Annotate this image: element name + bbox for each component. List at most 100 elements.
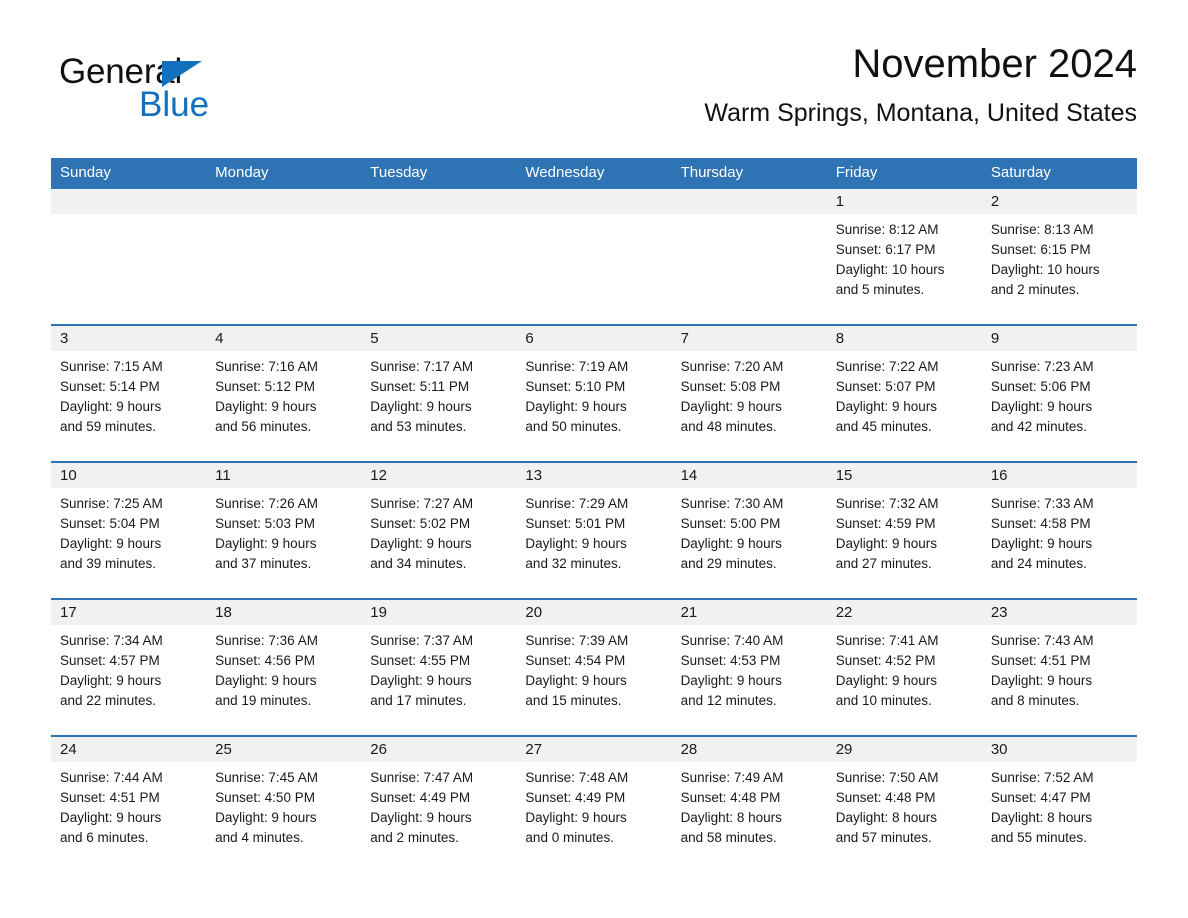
daylight-text-line1: Daylight: 9 hours bbox=[680, 536, 782, 551]
day-sun-info: Sunrise: 7:40 AM Sunset: 4:53 PM Daylight:… bbox=[672, 625, 827, 711]
day-number: 16 bbox=[981, 463, 1137, 488]
day-cell[interactable]: 15 Sunrise: 7:32 AM Sunset: 4:59 PM Dayligh… bbox=[826, 463, 982, 598]
day-cell[interactable]: 24 Sunrise: 7:44 AM Sunset: 4:51 PM Dayligh… bbox=[51, 737, 207, 872]
daylight-text-line2: and 48 minutes. bbox=[680, 419, 777, 434]
daylight-text-line2: and 0 minutes. bbox=[525, 830, 614, 845]
day-sun-info: Sunrise: 7:47 AM Sunset: 4:49 PM Daylight:… bbox=[361, 762, 516, 848]
day-cell-empty bbox=[51, 189, 207, 324]
daylight-text-line1: Daylight: 9 hours bbox=[990, 536, 1093, 551]
daylight-text-line2: and 45 minutes. bbox=[835, 419, 932, 434]
sunrise-text: Sunrise: 7:16 AM bbox=[215, 359, 318, 374]
day-number: 18 bbox=[206, 600, 362, 625]
day-number: 7 bbox=[671, 326, 827, 351]
day-number: 15 bbox=[826, 463, 982, 488]
day-cell[interactable]: 30 Sunrise: 7:52 AM Sunset: 4:47 PM Dayligh… bbox=[981, 737, 1137, 872]
sunrise-text: Sunrise: 7:22 AM bbox=[835, 359, 939, 374]
daylight-text-line1: Daylight: 10 hours bbox=[835, 262, 945, 277]
day-cell[interactable]: 7 Sunrise: 7:20 AM Sunset: 5:08 PM Daylight… bbox=[671, 326, 827, 461]
day-cell[interactable]: 29 Sunrise: 7:50 AM Sunset: 4:48 PM Dayligh… bbox=[826, 737, 982, 872]
day-number bbox=[51, 189, 207, 214]
day-number: 3 bbox=[51, 326, 207, 351]
day-cell[interactable]: 2 Sunrise: 8:13 AM Sunset: 6:15 PM Daylight… bbox=[981, 189, 1137, 324]
day-sun-info bbox=[51, 214, 206, 220]
day-cell[interactable]: 10 Sunrise: 7:25 AM Sunset: 5:04 PM Dayligh… bbox=[51, 463, 207, 598]
day-cell[interactable]: 8 Sunrise: 7:22 AM Sunset: 5:07 PM Daylight… bbox=[826, 326, 982, 461]
sunset-text: Sunset: 4:50 PM bbox=[215, 790, 315, 805]
day-cell[interactable]: 13 Sunrise: 7:29 AM Sunset: 5:01 PM Dayligh… bbox=[516, 463, 672, 598]
page-header: General Blue November 2024 Warm Springs,… bbox=[51, 38, 1137, 148]
day-number: 4 bbox=[206, 326, 362, 351]
day-cell[interactable]: 22 Sunrise: 7:41 AM Sunset: 4:52 PM Dayligh… bbox=[826, 600, 982, 735]
location-subtitle: Warm Springs, Montana, United States bbox=[704, 99, 1137, 127]
weekday-header-wednesday: Wednesday bbox=[525, 164, 605, 181]
day-number: 2 bbox=[981, 189, 1137, 214]
weekday-header-thursday: Thursday bbox=[680, 164, 744, 181]
sunrise-text: Sunrise: 8:13 AM bbox=[990, 222, 1094, 237]
daylight-text-line1: Daylight: 9 hours bbox=[525, 810, 627, 825]
daylight-text-line2: and 27 minutes. bbox=[835, 556, 932, 571]
day-cell[interactable]: 16 Sunrise: 7:33 AM Sunset: 4:58 PM Dayligh… bbox=[981, 463, 1137, 598]
day-sun-info: Sunrise: 7:39 AM Sunset: 4:54 PM Daylight:… bbox=[516, 625, 671, 711]
day-cell[interactable]: 11 Sunrise: 7:26 AM Sunset: 5:03 PM Dayligh… bbox=[206, 463, 362, 598]
day-sun-info: Sunrise: 7:16 AM Sunset: 5:12 PM Daylight:… bbox=[206, 351, 361, 437]
day-sun-info: Sunrise: 7:49 AM Sunset: 4:48 PM Daylight:… bbox=[672, 762, 827, 848]
blue-triangle-icon bbox=[162, 61, 202, 87]
day-sun-info: Sunrise: 7:19 AM Sunset: 5:10 PM Daylight:… bbox=[516, 351, 671, 437]
day-number bbox=[671, 189, 827, 214]
sunrise-text: Sunrise: 7:32 AM bbox=[835, 496, 939, 511]
sunset-text: Sunset: 5:07 PM bbox=[835, 379, 936, 394]
day-number: 10 bbox=[51, 463, 207, 488]
daylight-text-line1: Daylight: 9 hours bbox=[525, 399, 627, 414]
day-sun-info bbox=[361, 214, 516, 220]
sunrise-text: Sunrise: 7:48 AM bbox=[525, 770, 629, 785]
daylight-text-line1: Daylight: 8 hours bbox=[990, 810, 1093, 825]
day-number: 26 bbox=[361, 737, 517, 762]
daylight-text-line1: Daylight: 9 hours bbox=[835, 673, 938, 688]
sunset-text: Sunset: 5:04 PM bbox=[60, 516, 160, 531]
day-cell[interactable]: 25 Sunrise: 7:45 AM Sunset: 4:50 PM Dayligh… bbox=[206, 737, 362, 872]
day-cell[interactable]: 9 Sunrise: 7:23 AM Sunset: 5:06 PM Daylight… bbox=[981, 326, 1137, 461]
day-number: 29 bbox=[826, 737, 982, 762]
day-cell[interactable]: 18 Sunrise: 7:36 AM Sunset: 4:56 PM Dayligh… bbox=[206, 600, 362, 735]
day-cell[interactable]: 19 Sunrise: 7:37 AM Sunset: 4:55 PM Dayligh… bbox=[361, 600, 517, 735]
sunset-text: Sunset: 5:14 PM bbox=[60, 379, 160, 394]
daylight-text-line2: and 55 minutes. bbox=[990, 830, 1087, 845]
weekday-header-tuesday: Tuesday bbox=[370, 164, 428, 181]
sunrise-text: Sunrise: 8:12 AM bbox=[835, 222, 939, 237]
day-cell[interactable]: 4 Sunrise: 7:16 AM Sunset: 5:12 PM Daylight… bbox=[206, 326, 362, 461]
day-cell[interactable]: 26 Sunrise: 7:47 AM Sunset: 4:49 PM Dayligh… bbox=[361, 737, 517, 872]
daylight-text-line1: Daylight: 9 hours bbox=[215, 536, 317, 551]
day-cell[interactable]: 12 Sunrise: 7:27 AM Sunset: 5:02 PM Dayligh… bbox=[361, 463, 517, 598]
day-number bbox=[206, 189, 362, 214]
sunset-text: Sunset: 4:53 PM bbox=[680, 653, 781, 668]
day-number: 17 bbox=[51, 600, 207, 625]
day-cell[interactable]: 28 Sunrise: 7:49 AM Sunset: 4:48 PM Dayligh… bbox=[671, 737, 827, 872]
day-cell[interactable]: 6 Sunrise: 7:19 AM Sunset: 5:10 PM Daylight… bbox=[516, 326, 672, 461]
day-sun-info bbox=[206, 214, 361, 220]
daylight-text-line2: and 17 minutes. bbox=[370, 693, 467, 708]
sunrise-text: Sunrise: 7:39 AM bbox=[525, 633, 629, 648]
day-cell[interactable]: 23 Sunrise: 7:43 AM Sunset: 4:51 PM Dayligh… bbox=[981, 600, 1137, 735]
daylight-text-line2: and 22 minutes. bbox=[60, 693, 157, 708]
day-sun-info: Sunrise: 7:37 AM Sunset: 4:55 PM Daylight:… bbox=[361, 625, 516, 711]
day-cell[interactable]: 3 Sunrise: 7:15 AM Sunset: 5:14 PM Daylight… bbox=[51, 326, 207, 461]
sunset-text: Sunset: 4:59 PM bbox=[835, 516, 936, 531]
daylight-text-line1: Daylight: 9 hours bbox=[990, 399, 1093, 414]
daylight-text-line2: and 4 minutes. bbox=[215, 830, 304, 845]
day-cell[interactable]: 1 Sunrise: 8:12 AM Sunset: 6:17 PM Daylight… bbox=[826, 189, 982, 324]
sunset-text: Sunset: 6:17 PM bbox=[835, 242, 936, 257]
day-cell[interactable]: 20 Sunrise: 7:39 AM Sunset: 4:54 PM Dayligh… bbox=[516, 600, 672, 735]
daylight-text-line1: Daylight: 9 hours bbox=[60, 399, 162, 414]
daylight-text-line2: and 42 minutes. bbox=[990, 419, 1087, 434]
day-cell[interactable]: 17 Sunrise: 7:34 AM Sunset: 4:57 PM Dayligh… bbox=[51, 600, 207, 735]
sunrise-text: Sunrise: 7:27 AM bbox=[370, 496, 474, 511]
day-cell[interactable]: 21 Sunrise: 7:40 AM Sunset: 4:53 PM Dayligh… bbox=[671, 600, 827, 735]
sunrise-text: Sunrise: 7:52 AM bbox=[990, 770, 1094, 785]
day-cell[interactable]: 5 Sunrise: 7:17 AM Sunset: 5:11 PM Daylight… bbox=[361, 326, 517, 461]
day-sun-info: Sunrise: 7:43 AM Sunset: 4:51 PM Daylight:… bbox=[982, 625, 1137, 711]
day-cell[interactable]: 14 Sunrise: 7:30 AM Sunset: 5:00 PM Dayligh… bbox=[671, 463, 827, 598]
brand-logo[interactable]: General Blue bbox=[59, 52, 319, 138]
day-cell[interactable]: 27 Sunrise: 7:48 AM Sunset: 4:49 PM Dayligh… bbox=[516, 737, 672, 872]
sunset-text: Sunset: 4:51 PM bbox=[60, 790, 160, 805]
day-sun-info: Sunrise: 7:26 AM Sunset: 5:03 PM Daylight:… bbox=[206, 488, 361, 574]
